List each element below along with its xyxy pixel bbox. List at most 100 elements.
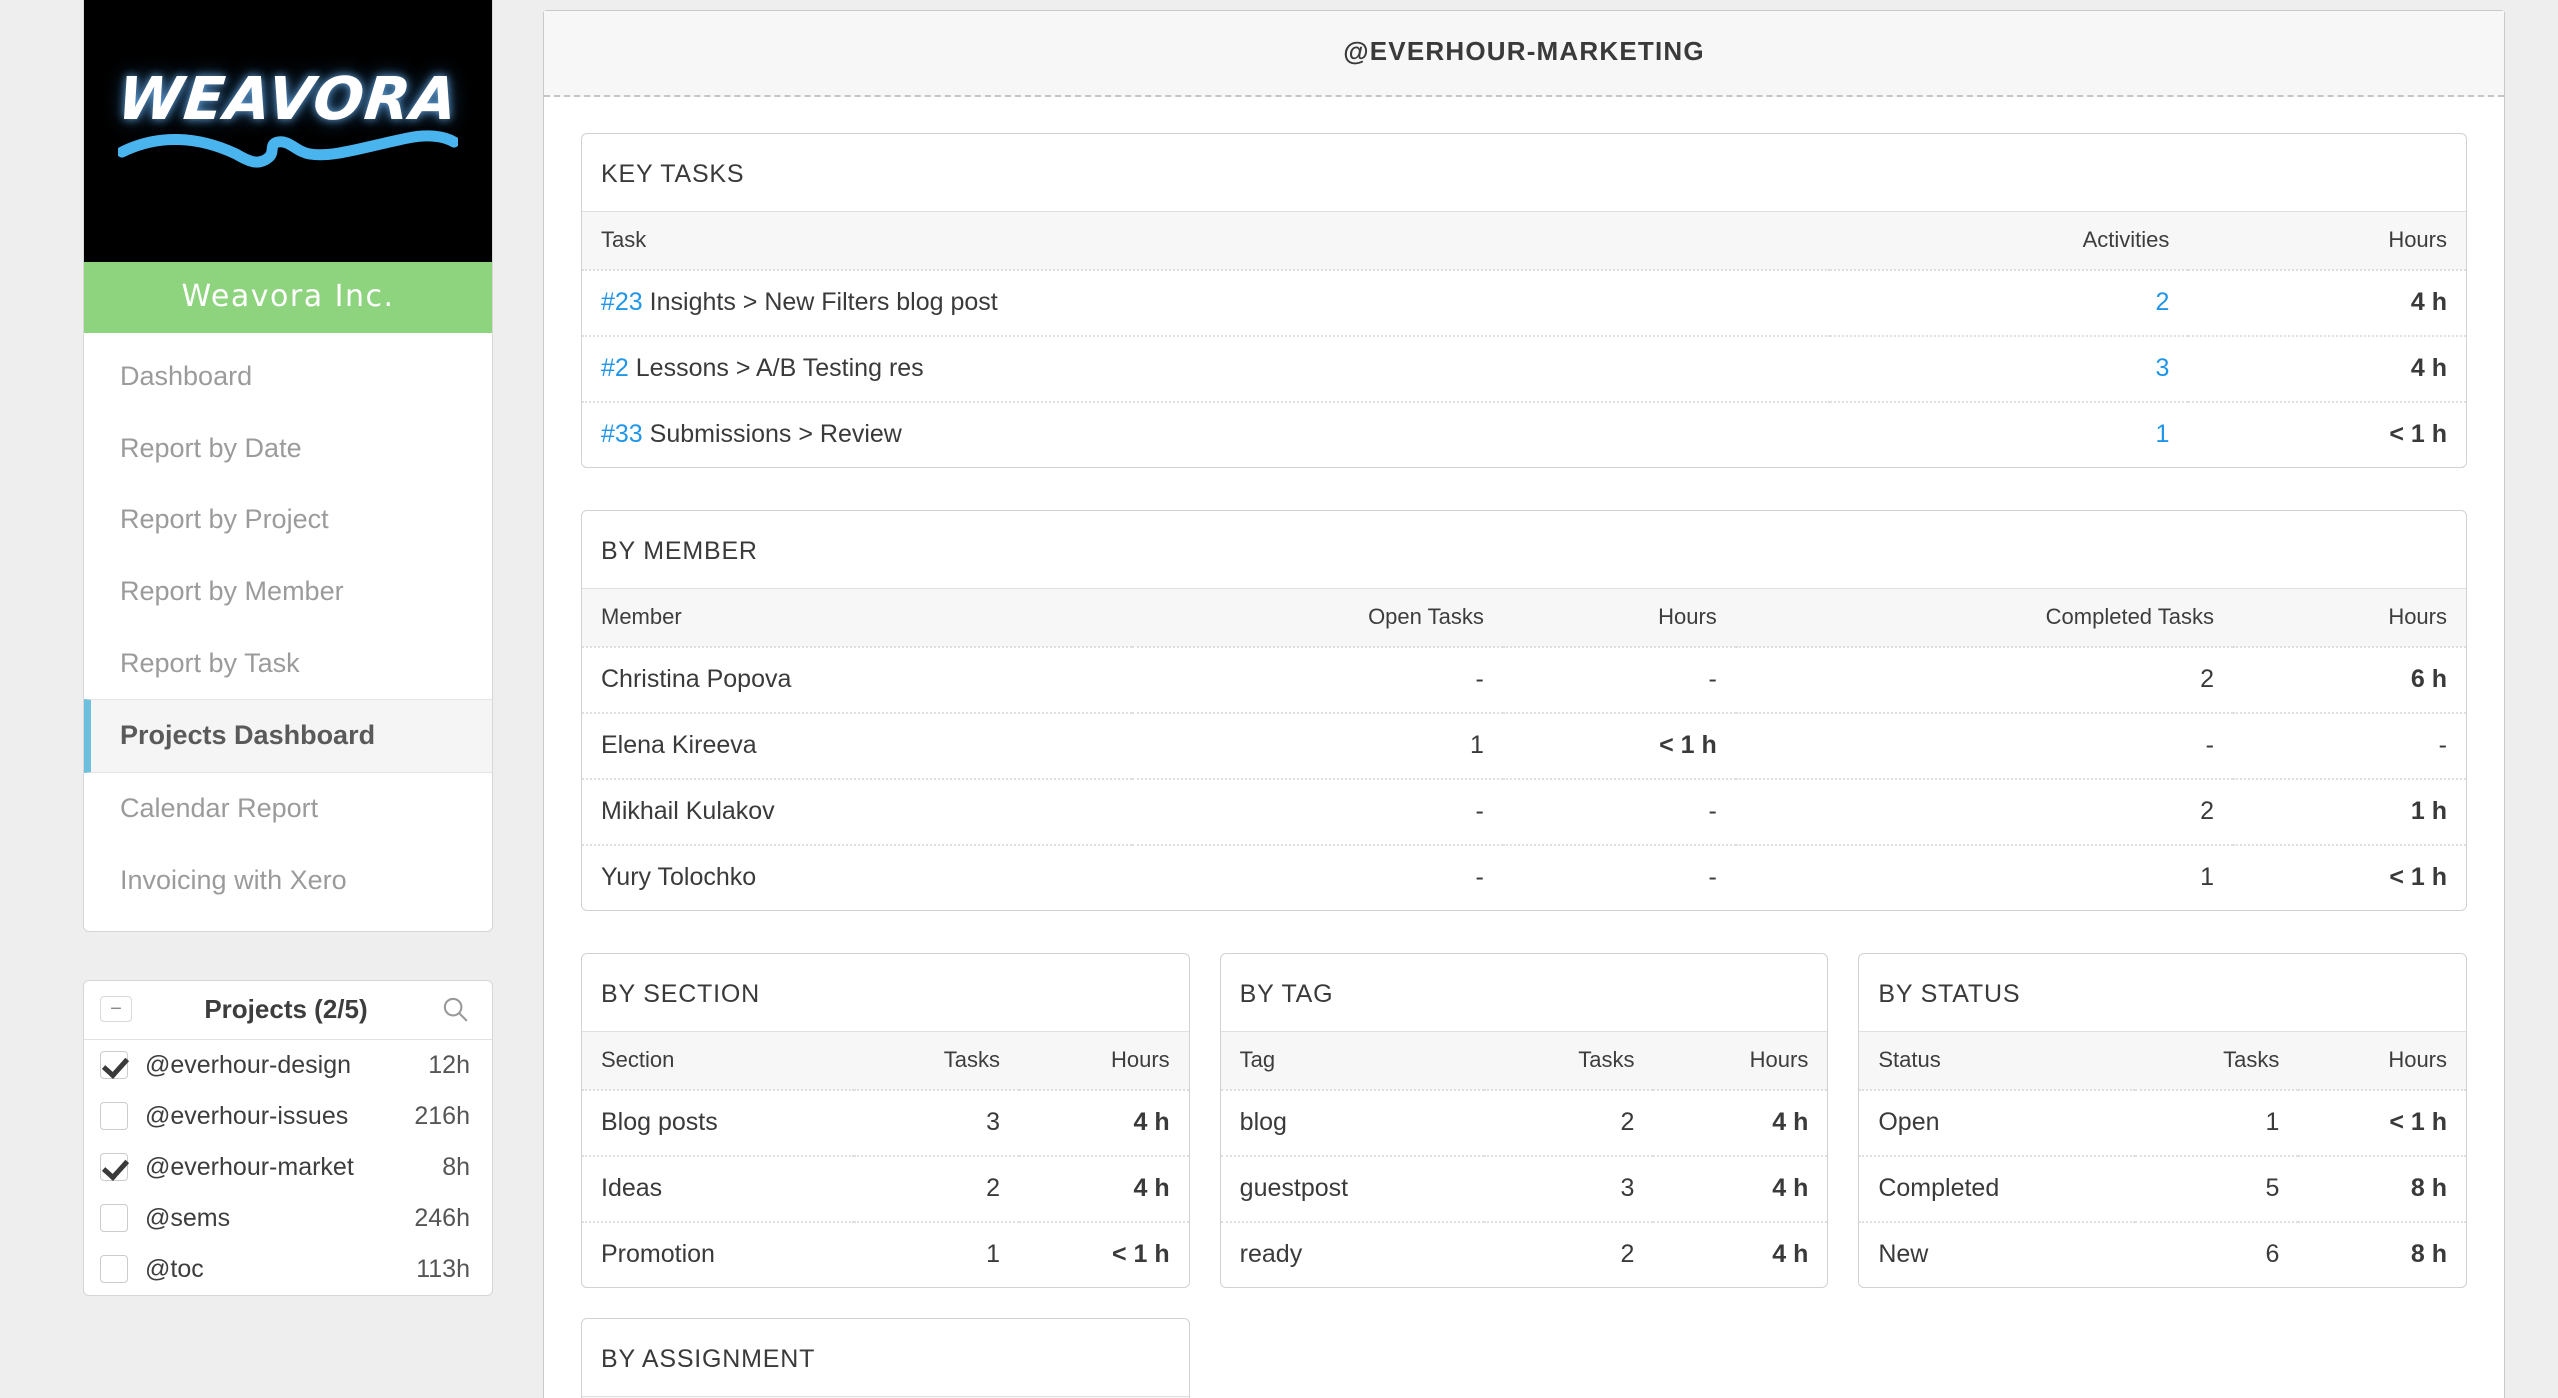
table-header-row: Tag Tasks Hours	[1220, 1031, 1828, 1090]
section-tasks: 3	[853, 1089, 1019, 1156]
sidebar-item-calendar-report[interactable]: Calendar Report	[84, 773, 492, 845]
table-row[interactable]: ready 2 4 h	[1220, 1221, 1828, 1287]
tag-name: ready	[1220, 1221, 1484, 1287]
section-hours: 4 h	[1018, 1155, 1189, 1222]
logo-wordmark: WEAVORA	[114, 64, 462, 133]
col-activities: Activities	[1830, 211, 2189, 270]
by-section-title: BY SECTION	[601, 980, 760, 1008]
tag-tasks: 2	[1483, 1221, 1654, 1287]
project-checkbox[interactable]	[100, 1102, 128, 1130]
status-name: Completed	[1859, 1155, 2135, 1222]
task-id-link[interactable]: #2	[601, 354, 629, 382]
project-name: @toc	[145, 1254, 204, 1283]
table-row[interactable]: Promotion 1 < 1 h	[582, 1221, 1189, 1287]
sidebar-item-report-by-date[interactable]: Report by Date	[84, 413, 492, 485]
status-hours: < 1 h	[2298, 1089, 2467, 1156]
list-item[interactable]: @sems 246h	[84, 1193, 492, 1244]
organization-name: Weavora Inc.	[84, 262, 492, 333]
sidebar-item-invoicing-with-xero[interactable]: Invoicing with Xero	[84, 845, 492, 917]
table-row[interactable]: #23 Insights > New Filters blog post 2 4…	[582, 269, 2466, 336]
main-body: KEY TASKS Task Activities Hours #23 Insi…	[544, 97, 2504, 1398]
col-hours: Hours	[2188, 211, 2466, 270]
section-name: Ideas	[582, 1155, 854, 1222]
completed-tasks: 1	[1735, 844, 2233, 910]
by-status-table: Status Tasks Hours Open 1 < 1 h Complete…	[1859, 1031, 2467, 1287]
task-name: Lessons > A/B Testing res	[635, 354, 924, 382]
table-row[interactable]: Christina Popova - - 2 6 h	[582, 646, 2466, 713]
task-cell: #23 Insights > New Filters blog post	[582, 269, 1831, 336]
col-section: Section	[582, 1031, 854, 1090]
task-id-link[interactable]: #23	[601, 288, 643, 316]
section-tasks: 1	[853, 1221, 1019, 1287]
table-row[interactable]: Mikhail Kulakov - - 2 1 h	[582, 778, 2466, 845]
task-cell: #33 Submissions > Review	[582, 401, 1831, 467]
by-member-title: BY MEMBER	[601, 537, 758, 565]
table-row[interactable]: blog 2 4 h	[1220, 1089, 1828, 1156]
by-section-card: BY SECTION Section Tasks Hours Blog post…	[581, 953, 1190, 1288]
table-row[interactable]: Open 1 < 1 h	[1859, 1089, 2467, 1156]
table-row[interactable]: Completed 5 8 h	[1859, 1155, 2467, 1222]
table-row[interactable]: #2 Lessons > A/B Testing res 3 4 h	[582, 335, 2466, 402]
projects-panel-header: − Projects (2/5)	[84, 981, 492, 1040]
by-tag-card: BY TAG Tag Tasks Hours blog 2 4 h guestp…	[1219, 953, 1829, 1288]
open-hours: -	[1502, 778, 1736, 845]
sidebar-item-report-by-member[interactable]: Report by Member	[84, 556, 492, 628]
hours-cell: 4 h	[2188, 269, 2466, 336]
projects-panel-title: Projects (2/5)	[204, 993, 368, 1024]
minus-icon[interactable]: −	[100, 996, 132, 1022]
tag-hours: 4 h	[1653, 1221, 1828, 1287]
member-name: Yury Tolochko	[582, 844, 1133, 910]
completed-hours: < 1 h	[2233, 844, 2466, 910]
status-tasks: 6	[2134, 1221, 2299, 1287]
table-row[interactable]: #33 Submissions > Review 1 < 1 h	[582, 401, 2466, 467]
list-item[interactable]: @everhour-design 12h	[84, 1040, 492, 1091]
sidebar-item-projects-dashboard[interactable]: Projects Dashboard	[84, 699, 492, 774]
col-completed-hours: Hours	[2233, 588, 2466, 647]
by-assignment-title: BY ASSIGNMENT	[601, 1345, 816, 1373]
col-tasks: Tasks	[2134, 1031, 2299, 1090]
logo-swoosh-icon	[118, 130, 458, 168]
open-tasks: -	[1132, 646, 1503, 713]
key-tasks-card: KEY TASKS Task Activities Hours #23 Insi…	[581, 133, 2467, 468]
breakdown-grid: BY SECTION Section Tasks Hours Blog post…	[581, 953, 2468, 1398]
project-checkbox[interactable]	[100, 1153, 128, 1181]
section-hours: 4 h	[1018, 1089, 1189, 1156]
table-row[interactable]: guestpost 3 4 h	[1220, 1155, 1828, 1222]
sidebar-item-report-by-task[interactable]: Report by Task	[84, 628, 492, 700]
table-row[interactable]: Ideas 2 4 h	[582, 1155, 1189, 1222]
list-item[interactable]: @everhour-market 8h	[84, 1142, 492, 1193]
tag-name: guestpost	[1220, 1155, 1484, 1222]
list-item[interactable]: @everhour-issues 216h	[84, 1091, 492, 1142]
open-hours: -	[1502, 646, 1736, 713]
list-item[interactable]: @toc 113h	[84, 1244, 492, 1295]
app-root: WEAVORA Weavora Inc. Dashboard Report by…	[0, 0, 2558, 1398]
sidebar-nav-card: WEAVORA Weavora Inc. Dashboard Report by…	[83, 0, 493, 932]
tag-hours: 4 h	[1653, 1155, 1828, 1222]
open-tasks: -	[1132, 844, 1503, 910]
project-checkbox[interactable]	[100, 1204, 128, 1232]
open-hours: -	[1502, 844, 1736, 910]
project-name: @everhour-issues	[145, 1101, 349, 1130]
project-checkbox[interactable]	[100, 1255, 128, 1283]
search-icon[interactable]	[440, 994, 470, 1024]
sidebar-item-report-by-project[interactable]: Report by Project	[84, 484, 492, 556]
table-row[interactable]: Blog posts 3 4 h	[582, 1089, 1189, 1156]
task-id-link[interactable]: #33	[601, 420, 643, 448]
completed-hours: -	[2233, 712, 2466, 779]
hours-cell: 4 h	[2188, 335, 2466, 402]
task-name: Insights > New Filters blog post	[649, 288, 998, 316]
activities-link[interactable]: 2	[2156, 288, 2170, 316]
table-row[interactable]: New 6 8 h	[1859, 1221, 2467, 1287]
tag-tasks: 3	[1483, 1155, 1654, 1222]
key-tasks-title: KEY TASKS	[601, 160, 745, 188]
table-row[interactable]: Elena Kireeva 1 < 1 h - -	[582, 712, 2466, 779]
table-row[interactable]: Yury Tolochko - - 1 < 1 h	[582, 844, 2466, 910]
col-open-tasks: Open Tasks	[1132, 588, 1503, 647]
sidebar-item-dashboard[interactable]: Dashboard	[84, 341, 492, 413]
activities-link[interactable]: 1	[2156, 420, 2170, 448]
project-checkbox[interactable]	[100, 1051, 128, 1079]
activities-link[interactable]: 3	[2156, 354, 2170, 382]
col-hours: Hours	[1018, 1031, 1189, 1090]
col-tag: Tag	[1220, 1031, 1484, 1090]
col-tasks: Tasks	[853, 1031, 1019, 1090]
